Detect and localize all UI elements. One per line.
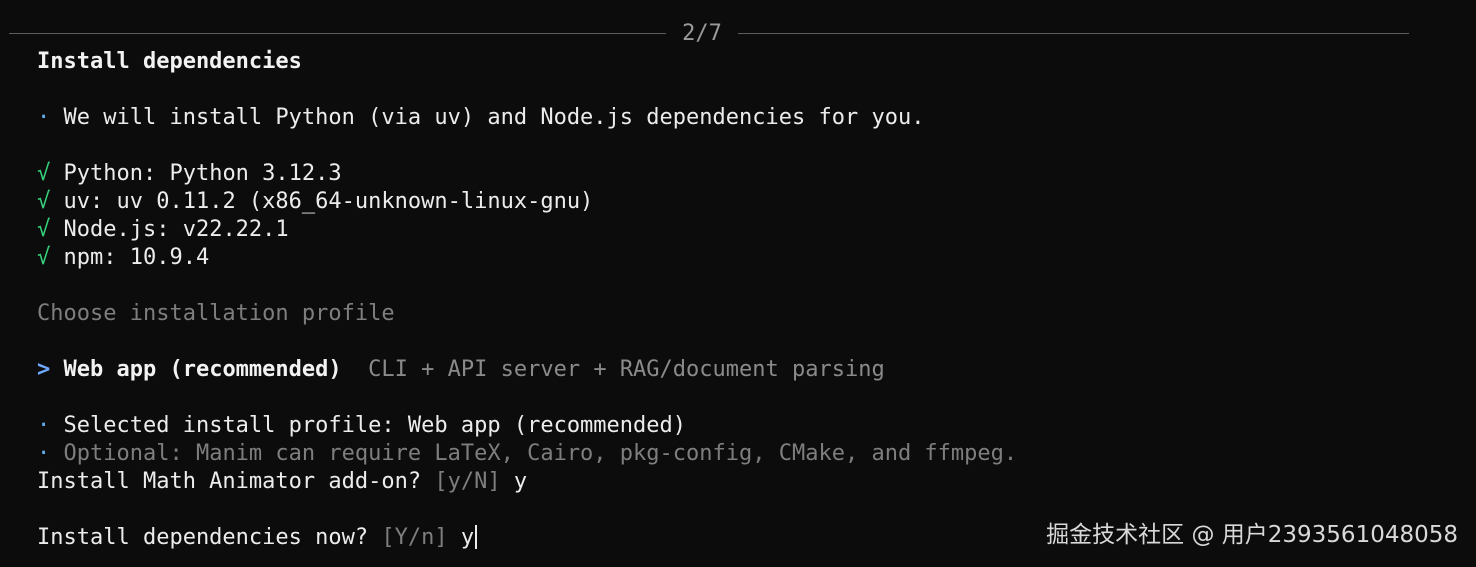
install-deps-hint: [Y/n]	[381, 525, 448, 550]
text-cursor	[475, 525, 478, 549]
watermark: 掘金技术社区 @ 用户2393561048058	[1046, 522, 1458, 548]
install-deps-answer[interactable]: y	[461, 525, 474, 550]
selection-pointer-icon: >	[37, 357, 51, 382]
check-icon: √	[37, 161, 51, 186]
check-line-npm: √ npm: 10.9.4	[37, 244, 209, 272]
separator-line-right	[738, 33, 1409, 34]
bullet-icon: ·	[37, 105, 51, 130]
profile-option-description: CLI + API server + RAG/document parsing	[368, 357, 885, 382]
math-animator-answer: y	[513, 469, 528, 494]
profile-prompt: Choose installation profile	[37, 301, 395, 326]
check-icon: √	[37, 189, 51, 214]
math-animator-hint: [y/N]	[434, 469, 501, 494]
profile-option-web-app[interactable]: > Web app (recommended) CLI + API server…	[37, 356, 885, 384]
check-line-python: √ Python: Python 3.12.3	[37, 160, 342, 188]
install-deps-prompt[interactable]: Install dependencies now? [Y/n] y	[37, 524, 478, 552]
check-text: Python: Python 3.12.3	[63, 161, 342, 186]
bullet-icon: ·	[37, 413, 51, 438]
selected-profile-line: · Selected install profile: Web app (rec…	[37, 412, 686, 440]
step-indicator: 2/7	[682, 21, 722, 46]
intro-text: We will install Python (via uv) and Node…	[63, 105, 925, 130]
check-line-uv: √ uv: uv 0.11.2 (x86_64-unknown-linux-gn…	[37, 188, 593, 216]
math-animator-prompt: Install Math Animator add-on? [y/N] y	[37, 468, 527, 496]
math-animator-question: Install Math Animator add-on?	[37, 469, 422, 494]
optional-note-text: Optional: Manim can require LaTeX, Cairo…	[63, 441, 1018, 466]
selected-profile-text: Selected install profile: Web app (recom…	[63, 413, 687, 438]
profile-option-label: Web app (recommended)	[63, 357, 342, 382]
check-icon: √	[37, 217, 51, 242]
separator-line-left	[9, 33, 666, 34]
install-deps-question: Install dependencies now?	[37, 525, 369, 550]
section-title: Install dependencies	[37, 49, 302, 74]
intro-line: · We will install Python (via uv) and No…	[37, 104, 924, 132]
check-text: uv: uv 0.11.2 (x86_64-unknown-linux-gnu)	[63, 189, 594, 214]
check-text: Node.js: v22.22.1	[63, 217, 289, 242]
check-text: npm: 10.9.4	[63, 245, 210, 270]
bullet-icon: ·	[37, 441, 51, 466]
check-line-node: √ Node.js: v22.22.1	[37, 216, 289, 244]
optional-note-line: · Optional: Manim can require LaTeX, Cai…	[37, 440, 1017, 468]
check-icon: √	[37, 245, 51, 270]
